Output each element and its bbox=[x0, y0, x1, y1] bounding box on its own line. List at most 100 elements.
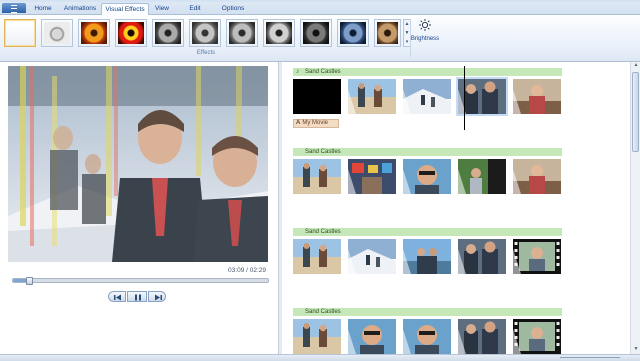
blank-white-icon bbox=[7, 22, 33, 44]
sunglasses-man-clip[interactable] bbox=[403, 159, 451, 194]
ribbon-body: ▲ ▼ ▾ Effects Brightness bbox=[0, 15, 640, 62]
clip-thumbnail-image bbox=[293, 79, 341, 114]
kids-indoor-clip[interactable] bbox=[513, 159, 561, 194]
clip-thumbnail-image bbox=[348, 319, 396, 354]
effect-none-thumbnail[interactable] bbox=[4, 19, 36, 47]
tab-view[interactable]: View bbox=[150, 3, 174, 14]
title-track[interactable]: Sand Castles bbox=[293, 148, 562, 156]
clip-thumbnail-image bbox=[293, 159, 341, 194]
clip-thumbnail-image bbox=[458, 319, 506, 354]
time-readout: 03:09 / 02:29 bbox=[228, 267, 266, 274]
effect-gray4-thumbnail[interactable] bbox=[263, 19, 295, 47]
brightness-button[interactable]: Brightness bbox=[410, 18, 440, 56]
effect-cyanotype-thumbnail[interactable] bbox=[337, 19, 369, 47]
blue-flower-icon bbox=[340, 22, 366, 44]
dark-flower-icon bbox=[303, 22, 329, 44]
toddler-clip[interactable] bbox=[403, 319, 451, 354]
clip-thumbnail-image bbox=[458, 79, 506, 114]
title-track[interactable]: Sand Castles bbox=[293, 228, 562, 236]
clip-thumbnail-image bbox=[403, 319, 451, 354]
scroll-thumb[interactable] bbox=[632, 72, 639, 152]
vertical-scrollbar[interactable]: ▲ ▼ bbox=[630, 62, 640, 354]
effect-bw-thumbnail[interactable] bbox=[41, 19, 73, 47]
caption-a-icon: A bbox=[296, 120, 301, 126]
beach-walk-clip[interactable] bbox=[293, 319, 341, 354]
ribbon-tab-bar: Home Animations Visual Effects View Edit… bbox=[0, 2, 640, 16]
clip-thumbnail-image bbox=[293, 319, 341, 354]
sepia-flower-icon bbox=[377, 22, 398, 44]
clip-thumbnail-image bbox=[348, 239, 396, 274]
girl-smile-clip[interactable] bbox=[513, 319, 561, 354]
previous-frame-icon bbox=[114, 294, 121, 301]
clip-thumbnail-image bbox=[513, 159, 561, 194]
video-preview[interactable] bbox=[8, 66, 268, 262]
effects-gallery: ▲ ▼ ▾ Effects bbox=[4, 17, 411, 59]
effect-flame-thumbnail[interactable] bbox=[78, 19, 110, 47]
previous-frame-button[interactable] bbox=[108, 291, 126, 302]
gray-flower-icon bbox=[266, 22, 292, 44]
snow-slope-clip[interactable] bbox=[403, 79, 451, 114]
gray-flower-icon bbox=[155, 22, 181, 44]
brightness-sun-icon bbox=[419, 19, 431, 31]
child-filmstrip-clip[interactable] bbox=[513, 239, 561, 274]
pause-icon bbox=[135, 294, 141, 301]
lake-couple-clip[interactable] bbox=[403, 239, 451, 274]
orange-flower-icon bbox=[81, 22, 107, 44]
playhead[interactable] bbox=[464, 66, 465, 130]
clip-thumbnail-image bbox=[293, 239, 341, 274]
effect-sepia-thumbnail[interactable] bbox=[374, 19, 401, 47]
effect-red-accent-thumbnail[interactable] bbox=[115, 19, 147, 47]
tab-options[interactable]: Options bbox=[216, 3, 250, 14]
track-title: Sand Castles bbox=[305, 149, 341, 155]
zoom-slider[interactable] bbox=[560, 357, 620, 358]
bw-circle-icon bbox=[44, 22, 70, 44]
brightness-label: Brightness bbox=[410, 36, 440, 42]
effect-darkgray-thumbnail[interactable] bbox=[300, 19, 332, 47]
caption-tag[interactable]: A My Movie bbox=[293, 119, 339, 128]
smiling-man-clip[interactable] bbox=[348, 319, 396, 354]
black-title-clip[interactable] bbox=[293, 79, 341, 114]
beach-group-clip[interactable] bbox=[293, 159, 341, 194]
seek-bar[interactable] bbox=[12, 277, 269, 285]
effects-group-label: Effects bbox=[196, 50, 216, 56]
next-frame-button[interactable] bbox=[148, 291, 166, 302]
park-child-clip[interactable] bbox=[458, 159, 506, 194]
clip-thumbnail-image bbox=[403, 159, 451, 194]
scroll-up-icon[interactable]: ▲ bbox=[632, 62, 640, 70]
seek-thumb[interactable] bbox=[26, 277, 34, 285]
preview-image bbox=[8, 66, 268, 262]
caption-text: My Movie bbox=[302, 120, 329, 126]
child-room-clip[interactable] bbox=[513, 79, 561, 114]
clip-thumbnail-image bbox=[403, 239, 451, 274]
festival-clip[interactable] bbox=[348, 159, 396, 194]
tab-home[interactable]: Home bbox=[30, 3, 56, 14]
clip-thumbnail-image bbox=[513, 239, 561, 274]
playback-controls bbox=[108, 291, 166, 303]
clip-thumbnail-image bbox=[513, 79, 561, 114]
clip-thumbnail-image bbox=[348, 159, 396, 194]
tab-edit[interactable]: Edit bbox=[183, 3, 207, 14]
gray-flower-icon bbox=[192, 22, 218, 44]
track-title: Sand Castles bbox=[305, 309, 341, 315]
gray-flower-icon bbox=[229, 22, 255, 44]
doorway-clip[interactable] bbox=[458, 319, 506, 354]
beach-kids-clip[interactable] bbox=[348, 79, 396, 114]
title-track[interactable]: Sand Castles bbox=[293, 308, 562, 316]
house-family-clip[interactable] bbox=[458, 239, 506, 274]
scroll-down-icon[interactable]: ▼ bbox=[632, 346, 640, 354]
app-menu-button[interactable] bbox=[2, 3, 26, 13]
mountain-family-clip[interactable] bbox=[348, 239, 396, 274]
family-portrait-clip[interactable] bbox=[456, 77, 508, 116]
clip-thumbnail-image bbox=[348, 79, 396, 114]
effect-gray2-thumbnail[interactable] bbox=[189, 19, 221, 47]
shore-clip[interactable] bbox=[293, 239, 341, 274]
effect-gray1-thumbnail[interactable] bbox=[152, 19, 184, 47]
play-pause-button[interactable] bbox=[127, 291, 147, 302]
title-track[interactable]: ♪ Sand Castles bbox=[293, 68, 562, 76]
clip-thumbnail-image bbox=[458, 159, 506, 194]
music-note-icon: ♪ bbox=[296, 68, 300, 75]
next-frame-icon bbox=[155, 294, 162, 301]
tab-animations[interactable]: Animations bbox=[61, 3, 99, 14]
effect-gray3-thumbnail[interactable] bbox=[226, 19, 258, 47]
track-title: Sand Castles bbox=[305, 229, 341, 235]
